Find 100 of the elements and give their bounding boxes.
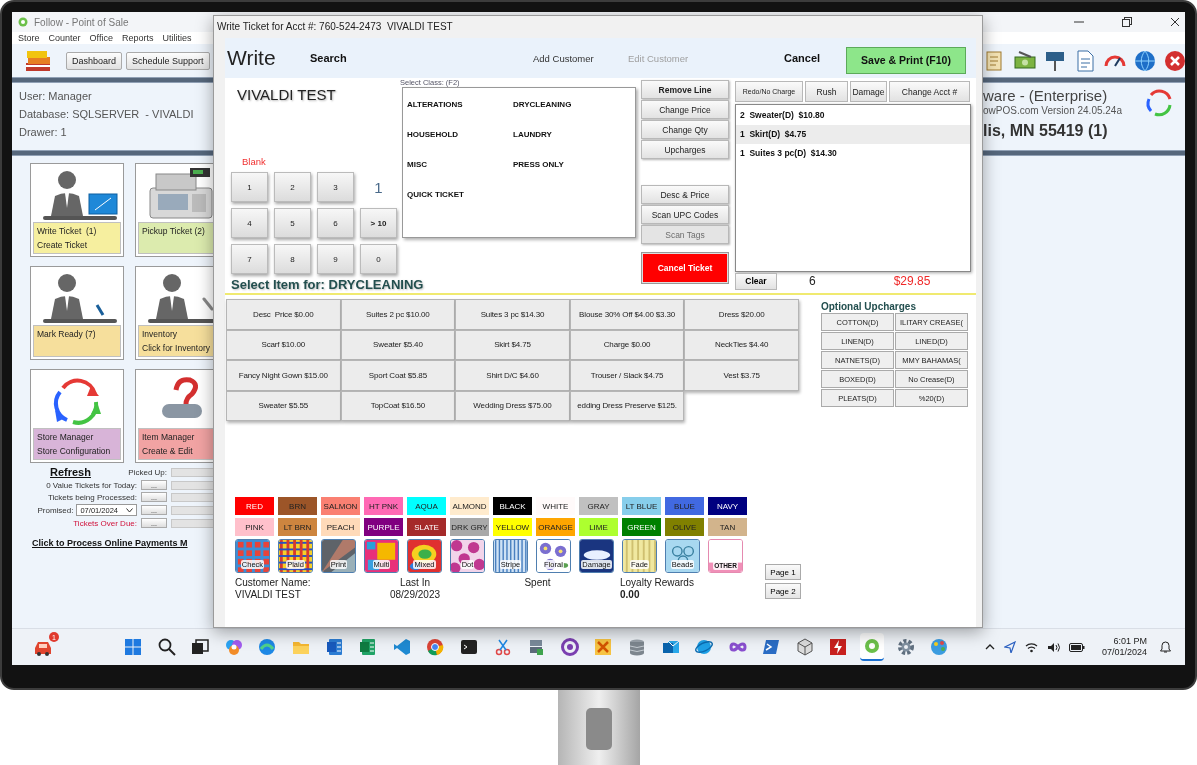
ticket-line[interactable]: 2 Sweater(D) $10.80 (736, 106, 970, 125)
toolbar-button[interactable]: Dashboard (66, 51, 123, 70)
item-button[interactable]: Scarf $10.00 (226, 329, 341, 360)
item-button[interactable]: Desc Price $0.00 (226, 299, 341, 330)
globe-icon[interactable] (1133, 48, 1157, 73)
number-key[interactable]: 1 (231, 172, 268, 202)
number-key[interactable]: 9 (317, 244, 354, 274)
item-button[interactable]: NeckTies $4.40 (684, 329, 799, 360)
item-button[interactable]: Skirt $4.75 (455, 329, 570, 360)
number-key[interactable]: 2 (274, 172, 311, 202)
color-swatch[interactable]: WHITE (536, 497, 575, 515)
item-button[interactable]: Shirt D/C $4.60 (455, 360, 570, 391)
number-key[interactable]: 0 (360, 244, 397, 274)
color-swatch[interactable]: LIME (579, 518, 618, 536)
action-button[interactable]: Change Qty (641, 120, 729, 139)
item-button[interactable]: Suites 3 pc $14.30 (455, 299, 570, 330)
class-option[interactable]: DRYCLEANING (513, 100, 619, 130)
item-button[interactable]: Charge $0.00 (569, 329, 685, 360)
chevron-up-icon[interactable] (984, 642, 995, 652)
color-swatch[interactable]: ORANGE (536, 518, 575, 536)
number-key[interactable]: 8 (274, 244, 311, 274)
action-button[interactable]: Upcharges (641, 140, 729, 159)
color-swatch[interactable]: PEACH (321, 518, 360, 536)
color-swatch[interactable]: LT BLUE (622, 497, 661, 515)
item-button[interactable]: edding Dress Preserve $125. (569, 390, 685, 421)
ticket-button[interactable]: Damage (850, 81, 887, 102)
page-button[interactable]: Page 2 (765, 583, 801, 599)
item-button[interactable]: TopCoat $16.50 (340, 390, 456, 421)
maximize-icon[interactable] (1122, 17, 1132, 27)
menu-tile[interactable]: Pickup Ticket (2) (135, 163, 213, 257)
nav-link[interactable]: Search (310, 52, 533, 64)
color-swatch[interactable]: PURPLE (364, 518, 403, 536)
menu-item[interactable]: Store (18, 33, 40, 43)
menu-tile[interactable]: Item Manager Create & Edit (135, 369, 213, 463)
refresh-link[interactable]: Refresh (50, 466, 91, 478)
page-button[interactable]: Page 1 (765, 564, 801, 580)
class-option[interactable]: PRESS ONLY (513, 160, 619, 190)
color-swatch[interactable]: GREEN (622, 518, 661, 536)
nav-link[interactable]: Add Customer (533, 52, 628, 64)
item-button[interactable]: Fancy Night Gown $15.00 (226, 360, 341, 391)
color-swatch[interactable]: SLATE (407, 518, 446, 536)
color-swatch[interactable]: NAVY (708, 497, 747, 515)
class-option[interactable]: QUICK TICKET (407, 190, 513, 220)
number-key[interactable]: 3 (317, 172, 354, 202)
payments-link[interactable]: Click to Process Online Payments M (32, 538, 188, 548)
color-swatch[interactable]: RED (235, 497, 274, 515)
menu-item[interactable]: Reports (121, 33, 154, 43)
nav-link[interactable]: Cancel (784, 52, 846, 64)
class-option[interactable]: MISC (407, 160, 513, 190)
battery-icon[interactable] (1068, 642, 1085, 652)
item-button[interactable]: Sport Coat $5.85 (340, 360, 456, 391)
color-swatch[interactable]: DRK GRY (450, 518, 489, 536)
menu-tile[interactable]: Mark Ready (7) (30, 266, 124, 360)
color-swatch[interactable]: PINK (235, 518, 274, 536)
number-key[interactable]: 6 (317, 208, 354, 238)
item-button[interactable]: Trouser / Slack $4.75 (569, 360, 685, 391)
color-swatch[interactable]: BLACK (493, 497, 532, 515)
menu-tile[interactable]: Inventory Click for Inventory (135, 266, 213, 360)
color-swatch[interactable]: OLIVE (665, 518, 704, 536)
toolbar-button[interactable]: Schedule Support (126, 51, 210, 70)
color-swatch[interactable]: LT BRN (278, 518, 317, 536)
item-button[interactable]: Suites 2 pc $10.00 (340, 299, 456, 330)
clock[interactable]: 6:01 PM 07/01/2024 (1101, 636, 1147, 658)
clear-button[interactable]: Clear (735, 272, 777, 290)
item-button[interactable]: Blouse 30% Off $4.00 $3.30 (569, 299, 685, 330)
item-button[interactable]: Sweater $5.40 (340, 329, 456, 360)
number-key[interactable]: 7 (231, 244, 268, 274)
ticket-line[interactable]: 1 Suites 3 pc(D) $14.30 (736, 144, 970, 163)
item-button[interactable]: Vest $3.75 (684, 360, 799, 391)
color-swatch[interactable]: AQUA (407, 497, 446, 515)
wifi-icon[interactable] (1024, 641, 1038, 653)
menu-tile[interactable]: Store Manager Store Configuration (30, 369, 124, 463)
color-swatch[interactable]: TAN (708, 518, 747, 536)
menu-item[interactable]: Utilities (162, 33, 192, 43)
number-key[interactable]: 4 (231, 208, 268, 238)
action-button[interactable]: Remove Line (641, 80, 729, 99)
ticket-button[interactable]: Rush (805, 81, 848, 102)
number-key[interactable]: > 10 (360, 208, 397, 238)
exit-icon[interactable] (1163, 48, 1185, 73)
cancel-ticket-button[interactable]: Cancel Ticket (641, 252, 729, 284)
item-button[interactable]: Sweater $5.55 (226, 390, 341, 421)
class-option[interactable]: HOUSEHOLD (407, 130, 513, 160)
bell-icon[interactable] (1160, 641, 1171, 653)
menu-item[interactable]: Counter (48, 33, 81, 43)
action-button[interactable]: Change Price (641, 100, 729, 119)
color-swatch[interactable]: HT PNK (364, 497, 403, 515)
menu-tile[interactable]: Write Ticket (1) Create Ticket (30, 163, 124, 257)
close-icon[interactable] (1170, 17, 1180, 27)
volume-icon[interactable] (1046, 641, 1060, 653)
action-button[interactable]: Desc & Price (641, 185, 729, 204)
location-arrow-icon[interactable] (1003, 641, 1016, 653)
color-swatch[interactable]: ALMOND (450, 497, 489, 515)
item-button[interactable]: Dress $20.00 (684, 299, 799, 330)
class-option[interactable]: LAUNDRY (513, 130, 619, 160)
menu-item[interactable]: Office (89, 33, 113, 43)
color-swatch[interactable]: YELLOW (493, 518, 532, 536)
color-swatch[interactable]: SALMON (321, 497, 360, 515)
number-key[interactable]: 5 (274, 208, 311, 238)
action-button[interactable]: Scan UPC Codes (641, 205, 729, 224)
save-print-button[interactable]: Save & Print (F10) (846, 46, 966, 74)
